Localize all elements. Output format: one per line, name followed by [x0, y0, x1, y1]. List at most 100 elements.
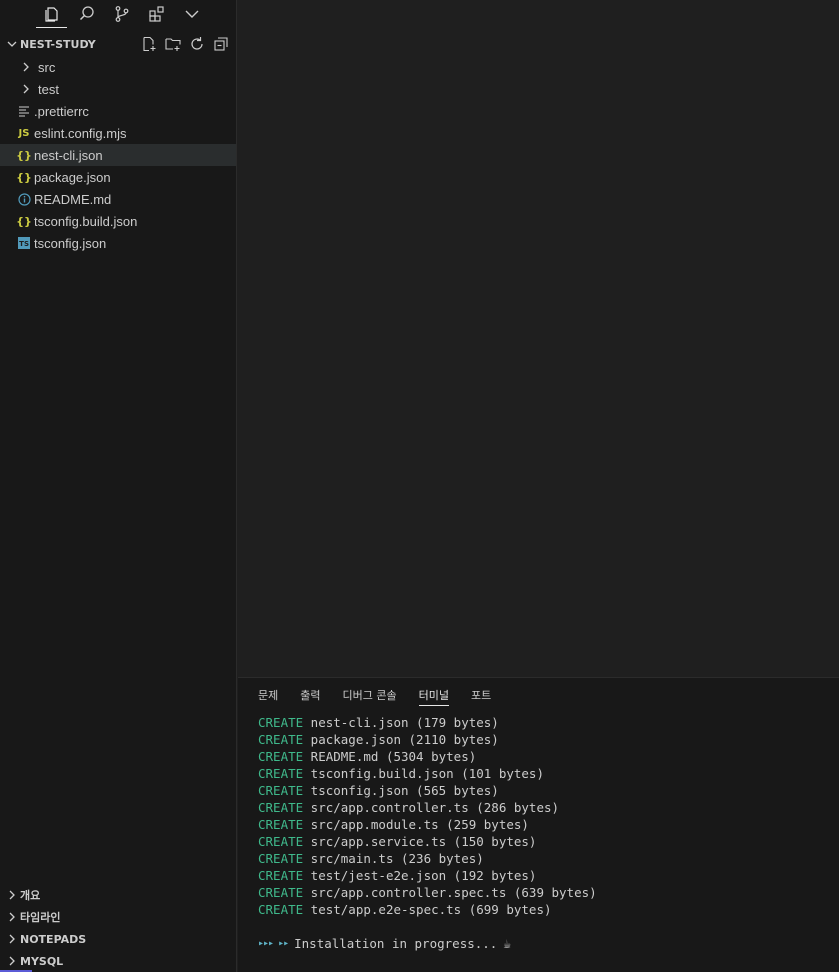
panel-tabs: 문제 출력 디버그 콘솔 터미널 포트 [238, 678, 839, 712]
terminal-line-text: tsconfig.build.json (101 bytes) [303, 766, 544, 781]
progress-arrows-icon: ▸▸▸ ▸▸ [258, 938, 289, 949]
create-keyword: CREATE [258, 885, 304, 900]
json-icon: {} [16, 170, 32, 184]
collapse-all-button[interactable] [210, 33, 232, 55]
terminal-line-text: nest-cli.json (179 bytes) [303, 715, 499, 730]
collapse-all-icon [214, 37, 228, 51]
lines-icon [16, 103, 32, 119]
tree-item-test[interactable]: test [0, 78, 236, 100]
tab-extensions[interactable] [139, 0, 174, 28]
terminal-line: CREATE tsconfig.build.json (101 bytes) [258, 765, 839, 782]
tree-item-tsconfig-json[interactable]: TS tsconfig.json [0, 232, 236, 254]
tree-item-label: tsconfig.json [34, 235, 107, 251]
create-keyword: CREATE [258, 834, 304, 849]
terminal-line: CREATE test/jest-e2e.json (192 bytes) [258, 867, 839, 884]
explorer-header[interactable]: NEST-STUDY [0, 32, 236, 56]
tree-item-nest-cli-json[interactable]: {} nest-cli.json [0, 144, 236, 166]
tree-item-label: .prettierrc [34, 103, 89, 119]
tab-terminal[interactable]: 터미널 [411, 678, 457, 712]
section-timeline[interactable]: 타임라인 [0, 906, 236, 928]
tree-item-label: eslint.config.mjs [34, 125, 127, 141]
terminal-line-text: package.json (2110 bytes) [303, 732, 499, 747]
chevron-right-icon [4, 953, 20, 969]
terminal-output[interactable]: CREATE nest-cli.json (179 bytes) CREATE … [238, 712, 839, 952]
chevron-down-icon [4, 36, 20, 52]
terminal-line-text: src/main.ts (236 bytes) [303, 851, 484, 866]
files-icon [44, 7, 58, 22]
create-keyword: CREATE [258, 817, 304, 832]
tab-ports[interactable]: 포트 [463, 678, 499, 712]
json-icon: {} [16, 214, 32, 228]
chevron-right-icon [4, 909, 20, 925]
bottom-panel: 문제 출력 디버그 콘솔 터미널 포트 CREATE nest-cli.json… [238, 677, 839, 972]
terminal-line-text: src/app.controller.spec.ts (639 bytes) [303, 885, 597, 900]
tab-problems[interactable]: 문제 [250, 678, 286, 712]
tree-item-readme[interactable]: README.md [0, 188, 236, 210]
section-mysql[interactable]: MYSQL [0, 950, 236, 972]
chevron-right-icon [4, 931, 20, 947]
create-keyword: CREATE [258, 800, 304, 815]
tab-output[interactable]: 출력 [292, 678, 328, 712]
terminal-progress-line: ▸▸▸ ▸▸ Installation in progress... ☕ [258, 935, 839, 952]
section-title: MYSQL [20, 954, 64, 968]
sidebar: NEST-STUDY src test .prettierrc JS eslin… [0, 0, 237, 972]
tab-explorer[interactable] [34, 0, 69, 28]
tree-item-label: test [38, 81, 59, 97]
tree-item-tsconfig-build-json[interactable]: {} tsconfig.build.json [0, 210, 236, 232]
source-control-icon [115, 6, 128, 22]
terminal-line: CREATE src/app.controller.spec.ts (639 b… [258, 884, 839, 901]
terminal-line-text: README.md (5304 bytes) [303, 749, 477, 764]
refresh-button[interactable] [186, 33, 208, 55]
section-title: 개요 [20, 889, 41, 902]
chevron-down-icon [185, 10, 198, 18]
sidebar-view-tabs [0, 0, 236, 28]
js-icon: JS [18, 127, 30, 139]
new-file-button[interactable] [138, 33, 160, 55]
sidebar-bottom-sections: 개요 타임라인 NOTEPADS MYSQL [0, 884, 236, 972]
ts-icon-badge: TS [18, 237, 30, 249]
ts-icon: TS [16, 235, 32, 251]
section-notepads[interactable]: NOTEPADS [0, 928, 236, 950]
terminal-line: CREATE nest-cli.json (179 bytes) [258, 714, 839, 731]
tree-item-label: package.json [34, 169, 111, 185]
tree-item-label: tsconfig.build.json [34, 213, 138, 229]
create-keyword: CREATE [258, 715, 304, 730]
tree-item-src[interactable]: src [0, 56, 236, 78]
create-keyword: CREATE [258, 766, 304, 781]
terminal-line: CREATE src/app.module.ts (259 bytes) [258, 816, 839, 833]
terminal-line-text: src/app.controller.ts (286 bytes) [303, 800, 560, 815]
chevron-right-icon [18, 81, 34, 97]
create-keyword: CREATE [258, 851, 304, 866]
tab-search[interactable] [69, 0, 104, 28]
terminal-line-text: tsconfig.json (565 bytes) [303, 783, 499, 798]
info-icon [16, 191, 32, 207]
json-icon: {} [16, 148, 32, 162]
tree-item-label: README.md [34, 191, 112, 207]
chevron-right-icon [4, 887, 20, 903]
tab-source-control[interactable] [104, 0, 139, 28]
file-tree: src test .prettierrc JS eslint.config.mj… [0, 56, 236, 254]
section-outline[interactable]: 개요 [0, 884, 236, 906]
search-icon [79, 6, 94, 21]
tab-more[interactable] [174, 0, 209, 28]
tree-item-prettierrc[interactable]: .prettierrc [0, 100, 236, 122]
terminal-line: CREATE src/app.controller.ts (286 bytes) [258, 799, 839, 816]
terminal-line: CREATE test/app.e2e-spec.ts (699 bytes) [258, 901, 839, 918]
create-keyword: CREATE [258, 749, 304, 764]
terminal-line: CREATE src/app.service.ts (150 bytes) [258, 833, 839, 850]
tab-debug-console[interactable]: 디버그 콘솔 [335, 678, 405, 712]
tree-item-package-json[interactable]: {} package.json [0, 166, 236, 188]
tree-item-eslint-config[interactable]: JS eslint.config.mjs [0, 122, 236, 144]
terminal-line-text: src/app.module.ts (259 bytes) [303, 817, 529, 832]
create-keyword: CREATE [258, 868, 304, 883]
new-folder-button[interactable] [162, 33, 184, 55]
terminal-line: CREATE src/main.ts (236 bytes) [258, 850, 839, 867]
terminal-line: CREATE README.md (5304 bytes) [258, 748, 839, 765]
new-file-icon [143, 36, 156, 52]
extensions-icon [148, 6, 164, 22]
section-title: 타임라인 [20, 911, 61, 924]
progress-text: Installation in progress... [294, 936, 498, 951]
explorer-title: NEST-STUDY [20, 37, 96, 51]
editor-area[interactable] [238, 0, 839, 677]
